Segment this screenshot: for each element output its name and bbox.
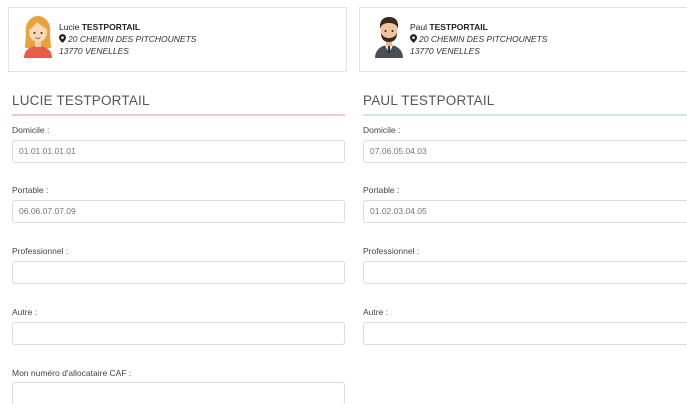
domicile-input[interactable]: 01.01.01.01.01 [12, 140, 345, 163]
professionnel-input[interactable] [363, 261, 687, 284]
address-street: 20 CHEMIN DES PITCHOUNETS [419, 34, 548, 44]
first-name: Paul [410, 22, 428, 32]
domicile-label: Domicile : [363, 125, 401, 135]
person-name: Paul TESTPORTAIL [410, 21, 547, 33]
autre-input[interactable] [363, 322, 687, 345]
person-info: Lucie TESTPORTAIL 20 CHEMIN DES PITCHOUN… [59, 21, 196, 57]
section-title: PAUL TESTPORTAIL [363, 93, 495, 108]
professionnel-input[interactable] [12, 261, 345, 284]
person-card-lucie: Lucie TESTPORTAIL 20 CHEMIN DES PITCHOUN… [8, 7, 347, 72]
woman-avatar-icon [24, 16, 52, 58]
autre-input[interactable] [12, 322, 345, 345]
address-street: 20 CHEMIN DES PITCHOUNETS [68, 34, 197, 44]
portable-input[interactable]: 01.02.03.04.05 [363, 200, 687, 223]
man-avatar-icon [375, 17, 403, 58]
portable-label: Portable : [363, 185, 400, 195]
contact-page: Lucie TESTPORTAIL 20 CHEMIN DES PITCHOUN… [0, 0, 687, 404]
professionnel-label: Professionnel : [12, 246, 69, 256]
address-line-2: 13770 VENELLES [59, 46, 129, 56]
last-name: TESTPORTAIL [81, 22, 141, 32]
section-title: LUCIE TESTPORTAIL [12, 93, 150, 108]
first-name: Lucie [59, 22, 80, 32]
map-marker-icon [410, 34, 417, 43]
person-card-paul: Paul TESTPORTAIL 20 CHEMIN DES PITCHOUNE… [359, 7, 687, 72]
person-info: Paul TESTPORTAIL 20 CHEMIN DES PITCHOUNE… [410, 21, 547, 57]
person-name: Lucie TESTPORTAIL [59, 21, 196, 33]
portable-input[interactable]: 06.06.07.07.09 [12, 200, 345, 223]
professionnel-label: Professionnel : [363, 246, 420, 256]
address-line-1: 20 CHEMIN DES PITCHOUNETS [410, 33, 547, 45]
address-line-2: 13770 VENELLES [410, 46, 480, 56]
autre-label: Autre : [363, 307, 389, 317]
address-line-1: 20 CHEMIN DES PITCHOUNETS [59, 33, 196, 45]
autre-label: Autre : [12, 307, 38, 317]
domicile-input[interactable]: 07.06.05.04.03 [363, 140, 687, 163]
map-marker-icon [59, 34, 66, 43]
last-name: TESTPORTAIL [429, 22, 488, 32]
section-lucie: LUCIE TESTPORTAIL Domicile : 01.01.01.01… [12, 90, 345, 404]
section-divider [12, 114, 345, 116]
caf-input[interactable] [12, 382, 345, 404]
section-divider [363, 114, 687, 116]
domicile-label: Domicile : [12, 125, 50, 135]
section-paul: PAUL TESTPORTAIL Domicile : 07.06.05.04.… [363, 90, 687, 345]
caf-label: Mon numéro d'allocataire CAF : [12, 368, 132, 378]
portable-label: Portable : [12, 185, 49, 195]
